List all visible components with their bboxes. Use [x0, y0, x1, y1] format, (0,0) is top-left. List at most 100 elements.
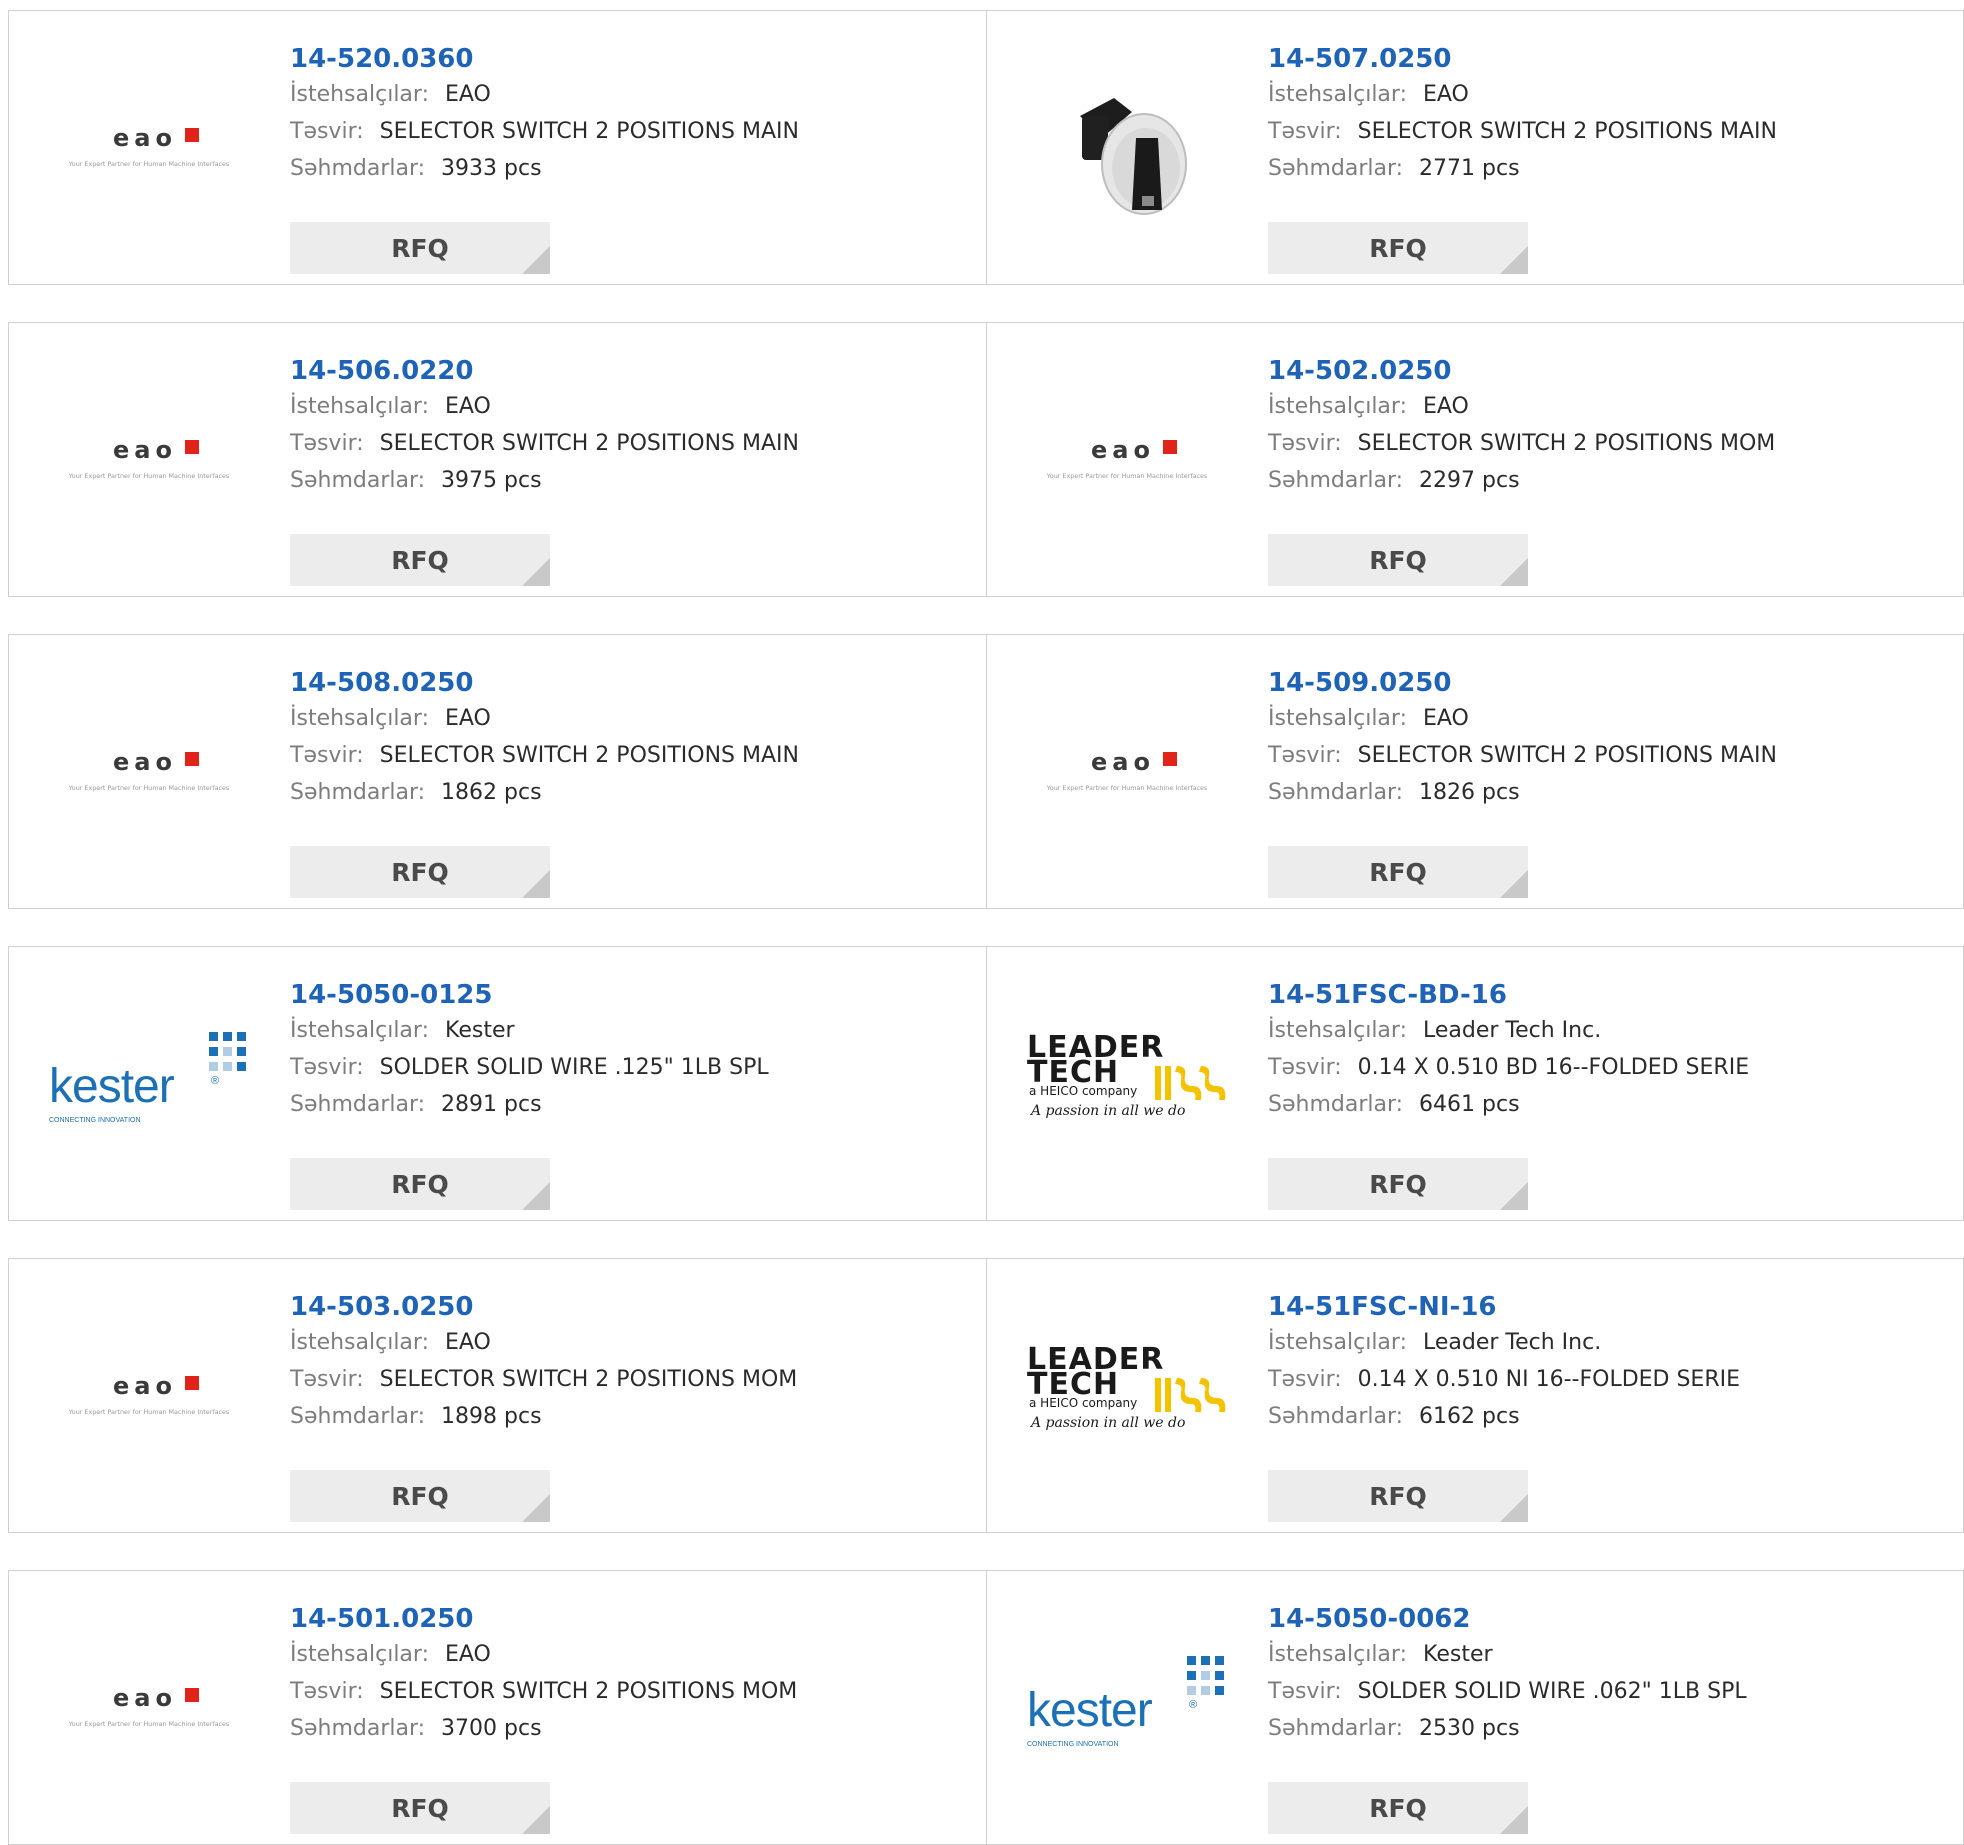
- rfq-button[interactable]: RFQ: [290, 222, 550, 274]
- description-row: Təsvir: 0.14 X 0.510 NI 16--FOLDED SERIE: [1268, 1361, 1953, 1398]
- rfq-button[interactable]: RFQ: [290, 1470, 550, 1522]
- manufacturer-row: İstehsalçılar: EAO: [290, 1324, 976, 1361]
- svg-text:a HEICO company: a HEICO company: [1029, 1084, 1137, 1098]
- rfq-button-label: RFQ: [391, 1481, 449, 1511]
- stock-value: 2771 pcs: [1419, 156, 1520, 181]
- description-row: Təsvir: SOLDER SOLID WIRE .062" 1LB SPL: [1268, 1673, 1953, 1710]
- eao-logo-icon[interactable]: eao Your Expert Partner for Human Machin…: [47, 353, 251, 563]
- stock-label: Səhmdarlar:: [290, 780, 426, 805]
- description-row: Təsvir: 0.14 X 0.510 BD 16--FOLDED SERIE: [1268, 1049, 1953, 1086]
- description-label: Təsvir:: [1268, 1679, 1342, 1704]
- stock-label: Səhmdarlar:: [290, 156, 426, 181]
- manufacturer-row: İstehsalçılar: EAO: [290, 1636, 976, 1673]
- svg-text:Your Expert Partner for Human: Your Expert Partner for Human Machine In…: [68, 160, 230, 168]
- description-label: Təsvir:: [290, 431, 364, 456]
- svg-text:eao: eao: [1091, 436, 1155, 464]
- corner-triangle-icon: [1500, 1806, 1528, 1834]
- manufacturer-row: İstehsalçılar: Leader Tech Inc.: [1268, 1012, 1953, 1049]
- stock-value: 1826 pcs: [1419, 780, 1520, 805]
- eao-logo-icon[interactable]: eao Your Expert Partner for Human Machin…: [47, 41, 251, 251]
- description-row: Təsvir: SELECTOR SWITCH 2 POSITIONS MAIN: [290, 113, 976, 150]
- manufacturer-row: İstehsalçılar: Kester: [290, 1012, 976, 1049]
- svg-text:Your Expert Partner for Human: Your Expert Partner for Human Machine In…: [68, 472, 230, 480]
- eao-logo-icon[interactable]: eao Your Expert Partner for Human Machin…: [1025, 353, 1229, 563]
- rfq-button[interactable]: RFQ: [290, 1158, 550, 1210]
- kester-logo-icon[interactable]: kester ® CONNECTING INNOVATION: [1025, 1601, 1229, 1811]
- description-label: Təsvir:: [1268, 743, 1342, 768]
- rfq-button-label: RFQ: [1369, 233, 1427, 263]
- manufacturer-row: İstehsalçılar: EAO: [290, 76, 976, 113]
- rfq-button[interactable]: RFQ: [1268, 1782, 1528, 1834]
- rfq-button[interactable]: RFQ: [290, 1782, 550, 1834]
- rfq-button-label: RFQ: [1369, 1481, 1427, 1511]
- svg-text:eao: eao: [113, 436, 177, 464]
- corner-triangle-icon: [1500, 558, 1528, 586]
- description-row: Təsvir: SELECTOR SWITCH 2 POSITIONS MAIN: [1268, 113, 1953, 150]
- rfq-button-label: RFQ: [1369, 545, 1427, 575]
- manufacturer-value: EAO: [444, 82, 491, 107]
- corner-triangle-icon: [522, 1182, 550, 1210]
- corner-triangle-icon: [1500, 1182, 1528, 1210]
- stock-label: Səhmdarlar:: [290, 468, 426, 493]
- description-label: Təsvir:: [1268, 1055, 1342, 1080]
- stock-label: Səhmdarlar:: [290, 1716, 426, 1741]
- manufacturer-label: İstehsalçılar:: [1268, 706, 1407, 731]
- rfq-button[interactable]: RFQ: [1268, 1470, 1528, 1522]
- product-card: 14-507.0250 İstehsalçılar: EAO Təsvir: SEL…: [986, 10, 1964, 285]
- product-info: 14-5050-0062 İstehsalçılar: Kester Təsvir…: [1268, 1602, 1953, 1834]
- svg-text:Your Expert Partner for Human: Your Expert Partner for Human Machine In…: [68, 784, 230, 792]
- leadertech-logo-icon[interactable]: LEADER TECH a HEICO company A passion in…: [1025, 977, 1229, 1187]
- product-grid: eao Your Expert Partner for Human Machin…: [8, 10, 1964, 1845]
- product-card: eao Your Expert Partner for Human Machin…: [986, 634, 1964, 909]
- stock-value: 3933 pcs: [441, 156, 542, 181]
- part-number-link[interactable]: 14-51FSC-NI-16: [1268, 1290, 1497, 1324]
- stock-row: Səhmdarlar: 2891 pcs: [290, 1086, 976, 1123]
- part-number-link[interactable]: 14-5050-0062: [1268, 1602, 1471, 1636]
- rfq-button-label: RFQ: [1369, 857, 1427, 887]
- part-number-link[interactable]: 14-509.0250: [1268, 666, 1452, 700]
- stock-label: Səhmdarlar:: [1268, 468, 1404, 493]
- rfq-button[interactable]: RFQ: [1268, 222, 1528, 274]
- part-number-link[interactable]: 14-51FSC-BD-16: [1268, 978, 1507, 1012]
- product-card: eao Your Expert Partner for Human Machin…: [8, 10, 987, 285]
- manufacturer-row: İstehsalçılar: Kester: [1268, 1636, 1953, 1673]
- description-row: Təsvir: SOLDER SOLID WIRE .125" 1LB SPL: [290, 1049, 976, 1086]
- manufacturer-label: İstehsalçılar:: [290, 1330, 429, 1355]
- part-number-link[interactable]: 14-520.0360: [290, 42, 474, 76]
- part-number-link[interactable]: 14-507.0250: [1268, 42, 1452, 76]
- corner-triangle-icon: [522, 246, 550, 274]
- part-number-link[interactable]: 14-501.0250: [290, 1602, 474, 1636]
- part-number-link[interactable]: 14-5050-0125: [290, 978, 493, 1012]
- eao-logo-icon[interactable]: eao Your Expert Partner for Human Machin…: [1025, 665, 1229, 875]
- rfq-button[interactable]: RFQ: [1268, 534, 1528, 586]
- description-value: SELECTOR SWITCH 2 POSITIONS MAIN: [1357, 119, 1777, 144]
- part-number-link[interactable]: 14-506.0220: [290, 354, 474, 388]
- part-number-link[interactable]: 14-508.0250: [290, 666, 474, 700]
- kester-logo-icon[interactable]: kester ® CONNECTING INNOVATION: [47, 977, 251, 1187]
- manufacturer-row: İstehsalçılar: EAO: [1268, 76, 1953, 113]
- eao-logo-icon[interactable]: eao Your Expert Partner for Human Machin…: [47, 1601, 251, 1811]
- corner-triangle-icon: [1500, 870, 1528, 898]
- product-card: LEADER TECH a HEICO company A passion in…: [986, 946, 1964, 1221]
- part-number-link[interactable]: 14-503.0250: [290, 1290, 474, 1324]
- selector-switch-image[interactable]: [1025, 41, 1229, 251]
- svg-text:kester: kester: [49, 1060, 175, 1113]
- rfq-button[interactable]: RFQ: [290, 534, 550, 586]
- leadertech-logo-icon[interactable]: LEADER TECH a HEICO company A passion in…: [1025, 1289, 1229, 1499]
- rfq-button-label: RFQ: [1369, 1169, 1427, 1199]
- stock-row: Səhmdarlar: 3975 pcs: [290, 462, 976, 499]
- rfq-button-label: RFQ: [391, 233, 449, 263]
- rfq-button[interactable]: RFQ: [290, 846, 550, 898]
- eao-logo-icon[interactable]: eao Your Expert Partner for Human Machin…: [47, 665, 251, 875]
- product-info: 14-520.0360 İstehsalçılar: EAO Təsvir: SEL…: [290, 42, 976, 274]
- stock-row: Səhmdarlar: 3700 pcs: [290, 1710, 976, 1747]
- eao-logo-icon[interactable]: eao Your Expert Partner for Human Machin…: [47, 1289, 251, 1499]
- description-label: Təsvir:: [290, 1367, 364, 1392]
- svg-text:A passion in all we do: A passion in all we do: [1029, 1103, 1185, 1119]
- stock-value: 2297 pcs: [1419, 468, 1520, 493]
- part-number-link[interactable]: 14-502.0250: [1268, 354, 1452, 388]
- manufacturer-value: Kester: [444, 1018, 515, 1043]
- rfq-button[interactable]: RFQ: [1268, 846, 1528, 898]
- stock-row: Səhmdarlar: 2771 pcs: [1268, 150, 1953, 187]
- rfq-button[interactable]: RFQ: [1268, 1158, 1528, 1210]
